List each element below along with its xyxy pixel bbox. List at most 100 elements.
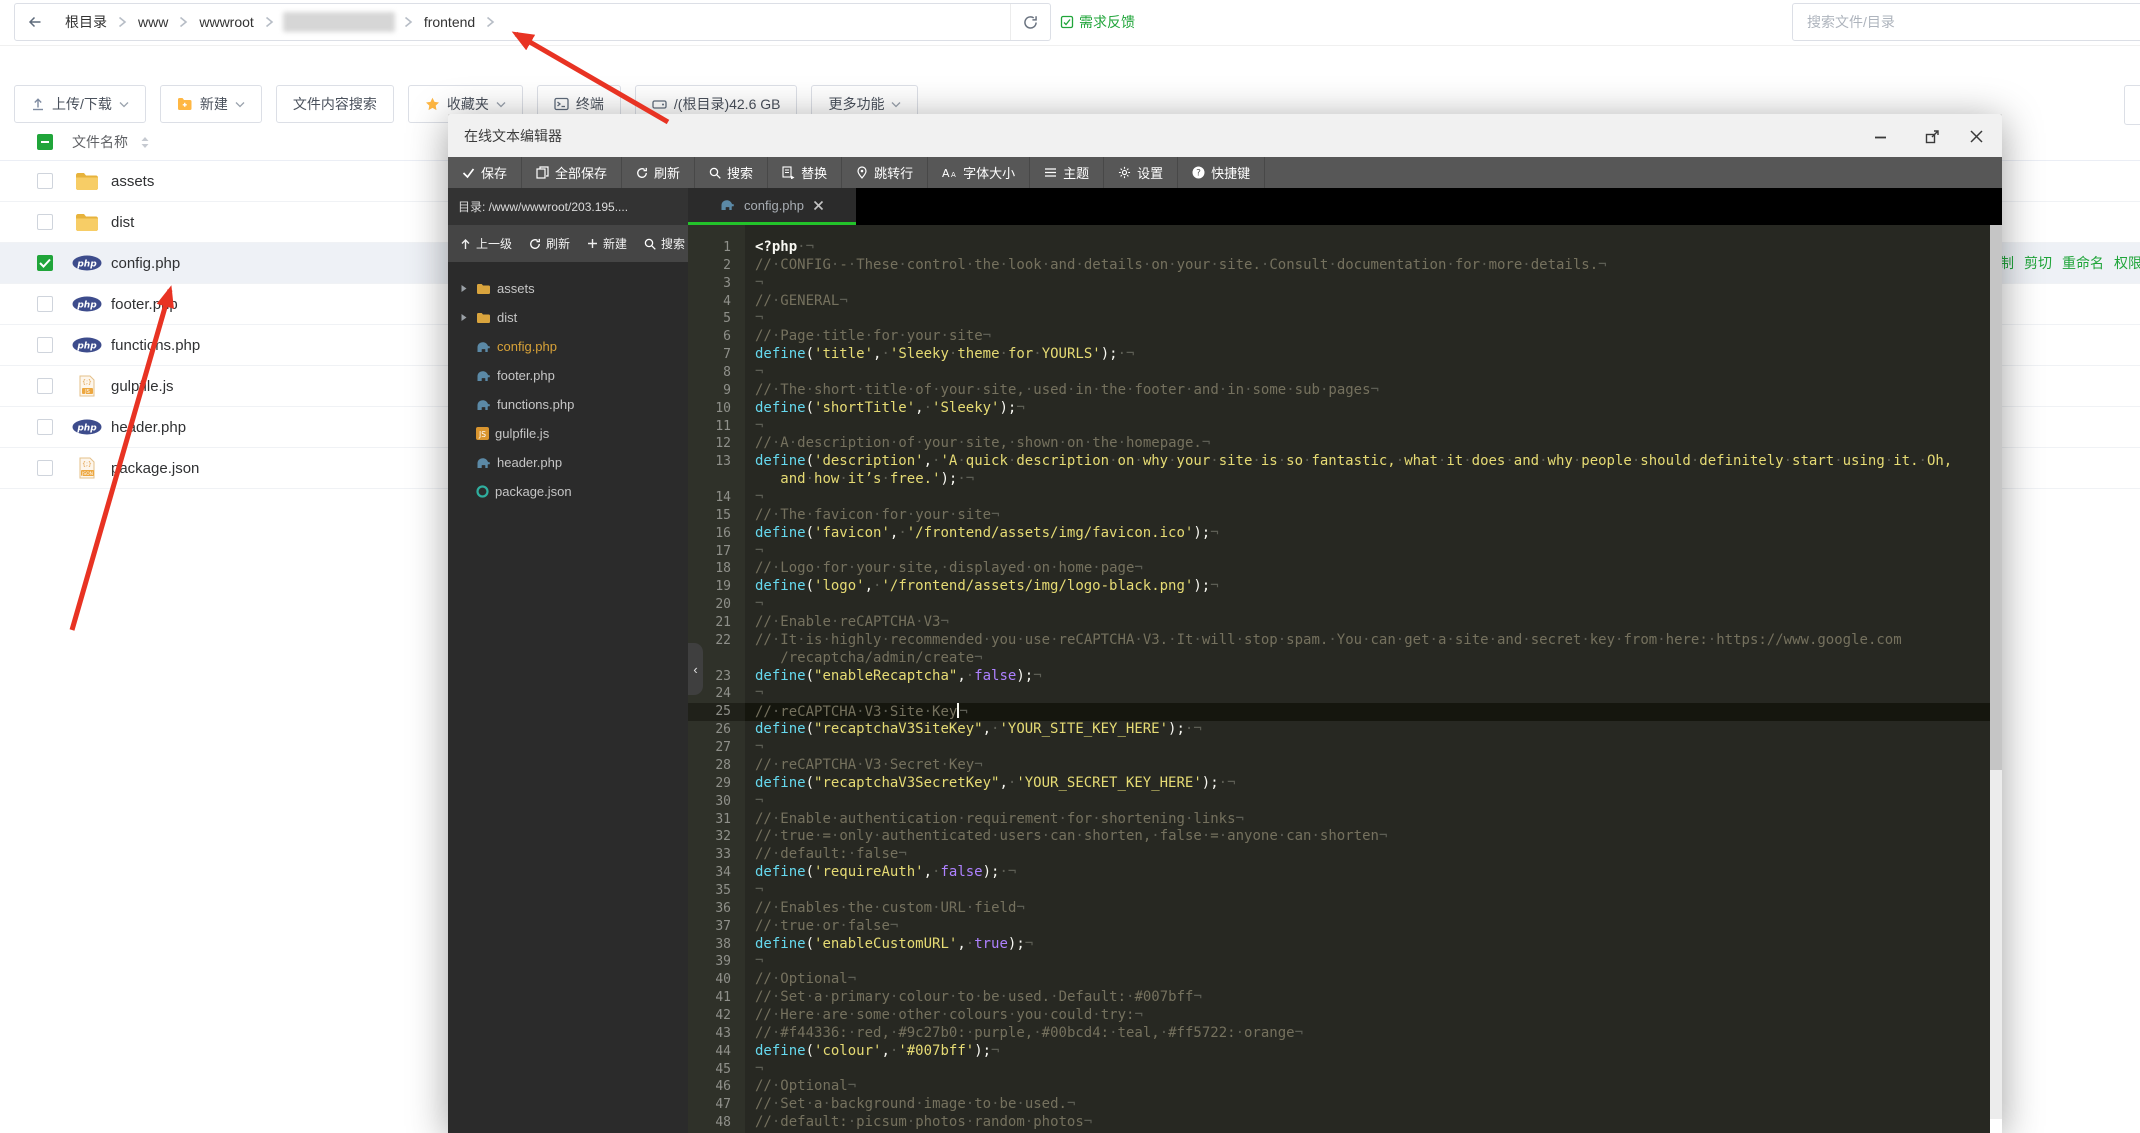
editor-toolbar-button[interactable]: 跳转行 (842, 157, 929, 188)
file-name[interactable]: header.php (111, 419, 186, 436)
editor-toolbar-button[interactable]: 全部保存 (522, 157, 623, 188)
tree-item-functions-php[interactable]: functions.php (448, 390, 688, 419)
code-line[interactable]: 3 ¬ (688, 275, 2002, 293)
code-line[interactable]: 26 define("recaptchaV3SiteKey",·'YOUR_SIT… (688, 721, 2002, 739)
row-checkbox[interactable] (37, 214, 53, 230)
code-line[interactable]: 28//·reCAPTCHA·V3·Secret·Key¬ (688, 757, 2002, 775)
tree-item-package-json[interactable]: package.json (448, 477, 688, 506)
code-line[interactable]: 1 <?php·¬ (688, 239, 2002, 257)
back-button[interactable] (15, 4, 55, 40)
filename-column-header[interactable]: 文件名称 (72, 132, 128, 152)
row-action-link[interactable]: 权限 (2114, 253, 2140, 273)
editor-toolbar-button[interactable]: 搜索 (695, 157, 769, 188)
breadcrumb-item-frontend[interactable]: frontend (414, 14, 485, 30)
tree-item-header-php[interactable]: header.php (448, 448, 688, 477)
code-line[interactable]: 29 define("recaptchaV3SecretKey",·'YOUR_S… (688, 775, 2002, 793)
select-all-checkbox[interactable] (37, 134, 53, 150)
code-line[interactable]: 41//·Set·a·primary·colour·to·be·used.·De… (688, 989, 2002, 1007)
code-line[interactable]: 12//·A·description·of·your·site,·shown·o… (688, 435, 2002, 453)
tree-toolbar-button[interactable]: 新建 (587, 235, 627, 252)
code-line[interactable]: 10 define('shortTitle',·'Sleeky');¬ (688, 400, 2002, 418)
close-button[interactable] (1966, 126, 1986, 146)
code-line[interactable]: 43//·#f44336:·red,·#9c27b0:·purple,·#00b… (688, 1025, 2002, 1043)
toolbar-button-content-search[interactable]: 文件内容搜索 (275, 85, 394, 123)
file-name[interactable]: footer.php (111, 296, 178, 313)
code-line[interactable]: 34 define('requireAuth',·false);·¬ (688, 864, 2002, 882)
search-input[interactable] (1792, 3, 2140, 41)
sidebar-collapse-handle[interactable]: ‹ (688, 643, 703, 695)
code-editor[interactable]: 1 <?php·¬ 2//·CONFIG·-·These·control·the·l… (688, 225, 2002, 1133)
editor-toolbar-button[interactable]: ? 快捷键 (1178, 157, 1266, 188)
breadcrumb-item[interactable]: www (128, 14, 178, 30)
code-line[interactable]: 38 define('enableCustomURL',·true);¬ (688, 936, 2002, 954)
file-name[interactable]: assets (111, 173, 154, 190)
code-line[interactable]: 33//·default:·false¬ (688, 846, 2002, 864)
row-checkbox[interactable] (37, 255, 53, 271)
code-line[interactable]: 19 define('logo',·'/frontend/assets/img/l… (688, 578, 2002, 596)
code-line[interactable]: 37//·true·or·false¬ (688, 918, 2002, 936)
code-line[interactable]: 35 ¬ (688, 882, 2002, 900)
cutoff-button[interactable] (2124, 85, 2140, 125)
code-line[interactable]: 45 ¬ (688, 1061, 2002, 1079)
file-name[interactable]: functions.php (111, 337, 200, 354)
row-checkbox[interactable] (37, 378, 53, 394)
code-line[interactable]: 13 define('description',·'A·quick·descrip… (688, 453, 2002, 471)
editor-scrollbar[interactable] (1990, 225, 2002, 1133)
tree-item-assets[interactable]: assets (448, 274, 688, 303)
row-checkbox[interactable] (37, 419, 53, 435)
toolbar-button-new[interactable]: 新建 (159, 85, 262, 123)
tree-item-dist[interactable]: dist (448, 303, 688, 332)
code-line[interactable]: 8 ¬ (688, 364, 2002, 382)
code-line[interactable]: 7 define('title',·'Sleeky·theme·for·YOURL… (688, 346, 2002, 364)
tree-toolbar-button[interactable]: 刷新 (529, 235, 570, 252)
code-line[interactable]: 17 ¬ (688, 543, 2002, 561)
editor-window-titlebar[interactable]: 在线文本编辑器 (448, 114, 2002, 157)
code-line[interactable]: 18//·Logo·for·your·site,·displayed·on·ho… (688, 560, 2002, 578)
code-line[interactable]: 24 ¬ (688, 685, 2002, 703)
code-line[interactable]: 39 ¬ (688, 953, 2002, 971)
tree-toolbar-button[interactable]: 搜索 (644, 235, 685, 252)
editor-toolbar-button[interactable]: 保存 (448, 157, 523, 188)
code-line[interactable]: 27 ¬ (688, 739, 2002, 757)
code-line[interactable]: 2//·CONFIG·-·These·control·the·look·and·… (688, 257, 2002, 275)
file-name[interactable]: package.json (111, 460, 199, 477)
code-line[interactable]: and·how·it’s·free.');·¬ (688, 471, 2002, 489)
editor-toolbar-button[interactable]: 刷新 (622, 157, 696, 188)
tree-item-config-php[interactable]: config.php (448, 332, 688, 361)
breadcrumb-item[interactable]: wwwroot (189, 14, 263, 30)
row-checkbox[interactable] (37, 296, 53, 312)
code-line[interactable]: 21//·Enable·reCAPTCHA·V3¬ (688, 614, 2002, 632)
code-line[interactable]: 40//·Optional¬ (688, 971, 2002, 989)
row-checkbox[interactable] (37, 337, 53, 353)
file-name[interactable]: gulpfile.js (111, 378, 174, 395)
breadcrumb-item[interactable]: 根目录 (55, 12, 117, 32)
code-line[interactable]: 14 ¬ (688, 489, 2002, 507)
minimize-button[interactable] (1870, 126, 1890, 146)
tree-toolbar-button[interactable]: 上一级 (460, 235, 512, 252)
code-line[interactable]: 46//·Optional¬ (688, 1078, 2002, 1096)
code-line[interactable]: /recaptcha/admin/create¬ (688, 650, 2002, 668)
code-line[interactable]: 11 ¬ (688, 418, 2002, 436)
code-line[interactable]: 15//·The·favicon·for·your·site¬ (688, 507, 2002, 525)
editor-toolbar-button[interactable]: A A 字体大小 (928, 157, 1031, 188)
editor-toolbar-button[interactable]: 主题 (1030, 157, 1105, 188)
editor-toolbar-button[interactable]: 设置 (1104, 157, 1179, 188)
code-line[interactable]: 22//·It·is·highly·recommended·you·use·re… (688, 632, 2002, 650)
code-line[interactable]: 48//·default:·picsum·photos·random·photo… (688, 1114, 2002, 1132)
code-line[interactable]: 30 ¬ (688, 793, 2002, 811)
editor-toolbar-button[interactable]: 替换 (768, 157, 843, 188)
row-action-link[interactable]: 重命名 (2062, 253, 2104, 273)
row-checkbox[interactable] (37, 173, 53, 189)
file-name[interactable]: config.php (111, 255, 180, 272)
code-line[interactable]: 6//·Page·title·for·your·site¬ (688, 328, 2002, 346)
code-line[interactable]: 31//·Enable·authentication·requirement·f… (688, 811, 2002, 829)
code-line[interactable]: 16 define('favicon',·'/frontend/assets/im… (688, 525, 2002, 543)
row-action-link[interactable]: 剪切 (2024, 253, 2052, 273)
sort-icon[interactable] (140, 136, 150, 149)
code-line[interactable]: 47//·Set·a·background·image·to·be·used.¬ (688, 1096, 2002, 1114)
code-line[interactable]: 44 define('colour',·'#007bff');¬ (688, 1043, 2002, 1061)
code-line[interactable]: 25//·reCAPTCHA·V3·Site·Key ¬ (688, 703, 2002, 722)
file-name[interactable]: dist (111, 214, 134, 231)
tab-close-icon[interactable] (813, 200, 824, 211)
code-line[interactable]: 36//·Enables·the·custom·URL·field¬ (688, 900, 2002, 918)
